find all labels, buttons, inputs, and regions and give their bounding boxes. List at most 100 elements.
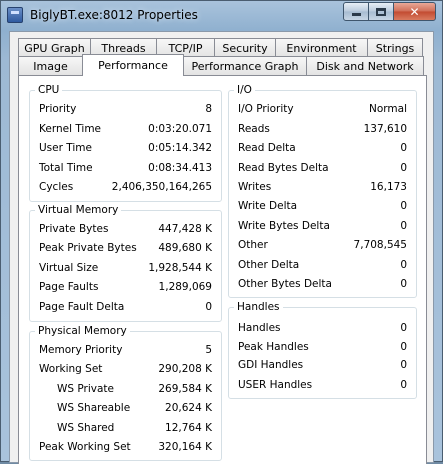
cpu-value: 0:08:34.413 xyxy=(148,162,212,174)
tab-performance-graph[interactable]: Performance Graph xyxy=(183,56,307,75)
minimize-button[interactable] xyxy=(343,2,369,21)
vm-value: 489,680 K xyxy=(158,242,212,254)
properties-window: BiglyBT.exe:8012 Properties ✕ GPU Graph … xyxy=(0,0,443,464)
tab-row-back: GPU Graph Threads TCP/IP Security Enviro… xyxy=(18,38,423,57)
io-row: I/O Priority Normal xyxy=(229,101,416,117)
io-value: 16,173 xyxy=(370,181,407,193)
handles-group-title: Handles xyxy=(234,301,283,314)
cpu-row: User Time 0:05:14.342 xyxy=(30,140,221,156)
close-icon: ✕ xyxy=(409,4,420,19)
caption-buttons: ✕ xyxy=(343,2,436,21)
vm-row: Private Bytes 447,428 K xyxy=(30,221,221,237)
window-title: BiglyBT.exe:8012 Properties xyxy=(30,8,198,22)
tab-strings[interactable]: Strings xyxy=(367,38,423,57)
io-value: 0 xyxy=(400,142,407,154)
physical-memory-group-title: Physical Memory xyxy=(35,325,130,338)
cpu-group-title: CPU xyxy=(35,84,63,97)
tab-environment[interactable]: Environment xyxy=(275,38,368,57)
io-value: 0 xyxy=(400,278,407,290)
cpu-value: 2,406,350,164,265 xyxy=(111,181,212,193)
io-row: Read Bytes Delta 0 xyxy=(229,160,416,176)
vm-row: Peak Private Bytes 489,680 K xyxy=(30,240,221,256)
vm-value: 1,928,544 K xyxy=(148,262,212,274)
vm-value: 0 xyxy=(205,301,212,313)
io-value: Normal xyxy=(369,103,407,115)
tab-disk-and-network[interactable]: Disk and Network xyxy=(306,56,424,75)
io-value: 0 xyxy=(400,162,407,174)
cpu-label: Priority xyxy=(39,103,77,115)
vm-label: Page Faults xyxy=(39,281,99,293)
handles-value: 0 xyxy=(400,359,407,371)
io-group: I/O I/O Priority Normal Reads 137,610 Read… xyxy=(228,84,417,298)
handles-value: 0 xyxy=(400,322,407,334)
pm-row: Memory Priority 5 xyxy=(30,342,221,358)
pm-value: 290,208 K xyxy=(158,363,212,375)
pm-row: Peak Working Set 320,164 K xyxy=(30,439,221,455)
handles-label: USER Handles xyxy=(238,379,313,391)
tab-image[interactable]: Image xyxy=(18,56,83,75)
io-label: Other Bytes Delta xyxy=(238,278,332,290)
cpu-label: Kernel Time xyxy=(39,123,102,135)
pm-label: WS Shareable xyxy=(57,402,131,414)
cpu-group: CPU Priority 8 Kernel Time 0:03:20.071 Use… xyxy=(29,84,222,202)
pm-label: Memory Priority xyxy=(39,344,123,356)
cpu-label: User Time xyxy=(39,142,92,154)
dialog-client: GPU Graph Threads TCP/IP Security Enviro… xyxy=(9,31,434,464)
handles-group: Handles Handles 0 Peak Handles 0 GDI Handl… xyxy=(228,301,417,399)
handles-row: USER Handles 0 xyxy=(229,377,416,393)
io-value: 0 xyxy=(400,200,407,212)
virtual-memory-group: Virtual Memory Private Bytes 447,428 K Pe… xyxy=(29,204,222,322)
handles-row: GDI Handles 0 xyxy=(229,357,416,373)
virtual-memory-group-title: Virtual Memory xyxy=(35,204,122,217)
io-label: Other Delta xyxy=(238,259,300,271)
pm-row: WS Shared 12,764 K xyxy=(30,420,221,436)
tab-security[interactable]: Security xyxy=(214,38,276,57)
title-bar[interactable]: BiglyBT.exe:8012 Properties ✕ xyxy=(1,1,442,31)
app-icon[interactable] xyxy=(7,7,23,23)
tab-row-front: Image Performance Performance Graph Disk… xyxy=(18,54,424,76)
vm-label: Peak Private Bytes xyxy=(39,242,137,254)
performance-panel: CPU Priority 8 Kernel Time 0:03:20.071 Use… xyxy=(18,75,427,464)
io-row: Writes 16,173 xyxy=(229,179,416,195)
tab-performance[interactable]: Performance xyxy=(82,54,184,76)
io-label: Write Bytes Delta xyxy=(238,220,330,232)
cpu-row: Cycles 2,406,350,164,265 xyxy=(30,179,221,195)
io-group-title: I/O xyxy=(234,84,255,97)
io-label: Read Delta xyxy=(238,142,296,154)
vm-row: Virtual Size 1,928,544 K xyxy=(30,260,221,276)
minimize-icon xyxy=(351,13,361,16)
io-label: Other xyxy=(238,239,268,251)
io-row: Write Delta 0 xyxy=(229,198,416,214)
handles-label: Peak Handles xyxy=(238,341,309,353)
vm-label: Virtual Size xyxy=(39,262,99,274)
io-label: Read Bytes Delta xyxy=(238,162,329,174)
pm-label: WS Shared xyxy=(57,422,115,434)
close-button[interactable]: ✕ xyxy=(393,2,436,21)
pm-value: 20,624 K xyxy=(165,402,212,414)
physical-memory-group: Physical Memory Memory Priority 5 Working… xyxy=(29,325,222,461)
cpu-value: 0:05:14.342 xyxy=(148,142,212,154)
tab-gpu-graph[interactable]: GPU Graph xyxy=(18,38,91,57)
io-row: Write Bytes Delta 0 xyxy=(229,218,416,234)
vm-value: 1,289,069 xyxy=(158,281,212,293)
cpu-value: 8 xyxy=(205,103,212,115)
handles-label: Handles xyxy=(238,322,281,334)
pm-row: Working Set 290,208 K xyxy=(30,361,221,377)
io-value: 0 xyxy=(400,259,407,271)
handles-value: 0 xyxy=(400,379,407,391)
io-label: I/O Priority xyxy=(238,103,294,115)
vm-label: Private Bytes xyxy=(39,223,109,235)
maximize-button[interactable] xyxy=(368,2,394,21)
io-value: 0 xyxy=(400,220,407,232)
pm-label: WS Private xyxy=(57,383,114,395)
cpu-row: Priority 8 xyxy=(30,101,221,117)
pm-value: 12,764 K xyxy=(165,422,212,434)
handles-value: 0 xyxy=(400,341,407,353)
pm-label: Peak Working Set xyxy=(39,441,131,453)
io-value: 137,610 xyxy=(363,123,407,135)
cpu-value: 0:03:20.071 xyxy=(148,123,212,135)
pm-value: 320,164 K xyxy=(158,441,212,453)
cpu-row: Total Time 0:08:34.413 xyxy=(30,160,221,176)
io-value: 7,708,545 xyxy=(353,239,407,251)
handles-label: GDI Handles xyxy=(238,359,304,371)
